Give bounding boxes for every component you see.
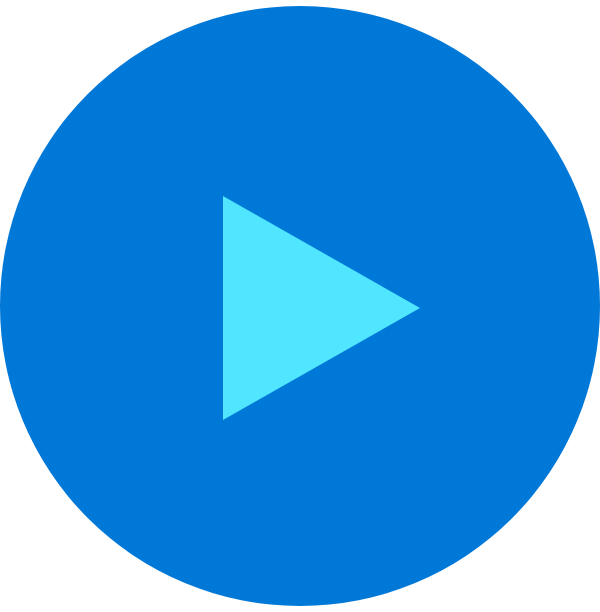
play-icon — [0, 6, 600, 606]
stage — [0, 0, 600, 612]
play-button[interactable] — [0, 6, 600, 606]
